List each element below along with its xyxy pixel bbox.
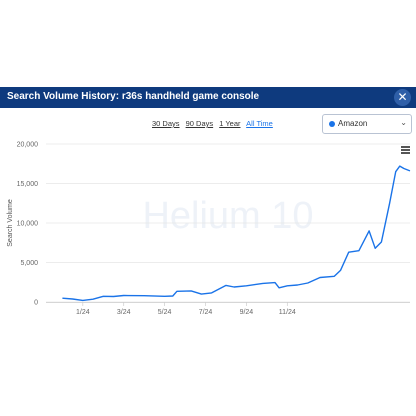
marketplace-select[interactable]: Amazon ⌄ (322, 114, 412, 134)
x-tick-label: 5/24 (158, 309, 172, 316)
marketplace-dot-icon (329, 121, 335, 127)
y-tick-label: 15,000 (17, 181, 39, 188)
y-axis-label: Search Volume (7, 199, 14, 247)
x-tick-label: 7/24 (199, 309, 213, 316)
y-tick-label: 10,000 (17, 221, 39, 228)
marketplace-label: Amazon (338, 119, 368, 128)
y-tick-label: 5,000 (20, 260, 38, 267)
watermark-text: Helium 10 (142, 195, 313, 237)
y-tick-label: 20,000 (17, 142, 39, 149)
range-option-1-year[interactable]: 1 Year (219, 119, 240, 128)
x-tick-label: 1/24 (76, 309, 90, 316)
range-selector: 30 Days 90 Days 1 Year All Time (152, 119, 277, 128)
range-option-90-days[interactable]: 90 Days (186, 119, 214, 128)
range-option-all-time[interactable]: All Time (246, 119, 273, 128)
x-tick-label: 9/24 (240, 309, 254, 316)
chevron-down-icon: ⌄ (400, 118, 407, 127)
search-volume-chart: Helium 10 0 5,000 10,000 15,000 20,000 1/24 3/2… (7, 142, 411, 316)
range-option-30-days[interactable]: 30 Days (152, 119, 180, 128)
x-tick-label: 3/24 (117, 309, 131, 316)
modal-title: Search Volume History: r36s handheld gam… (7, 91, 260, 102)
x-tick-label: 11/24 (279, 309, 296, 316)
close-icon[interactable]: ✕ (394, 89, 411, 106)
modal-header: Search Volume History: r36s handheld gam… (0, 87, 416, 108)
y-tick-label: 0 (34, 300, 38, 307)
